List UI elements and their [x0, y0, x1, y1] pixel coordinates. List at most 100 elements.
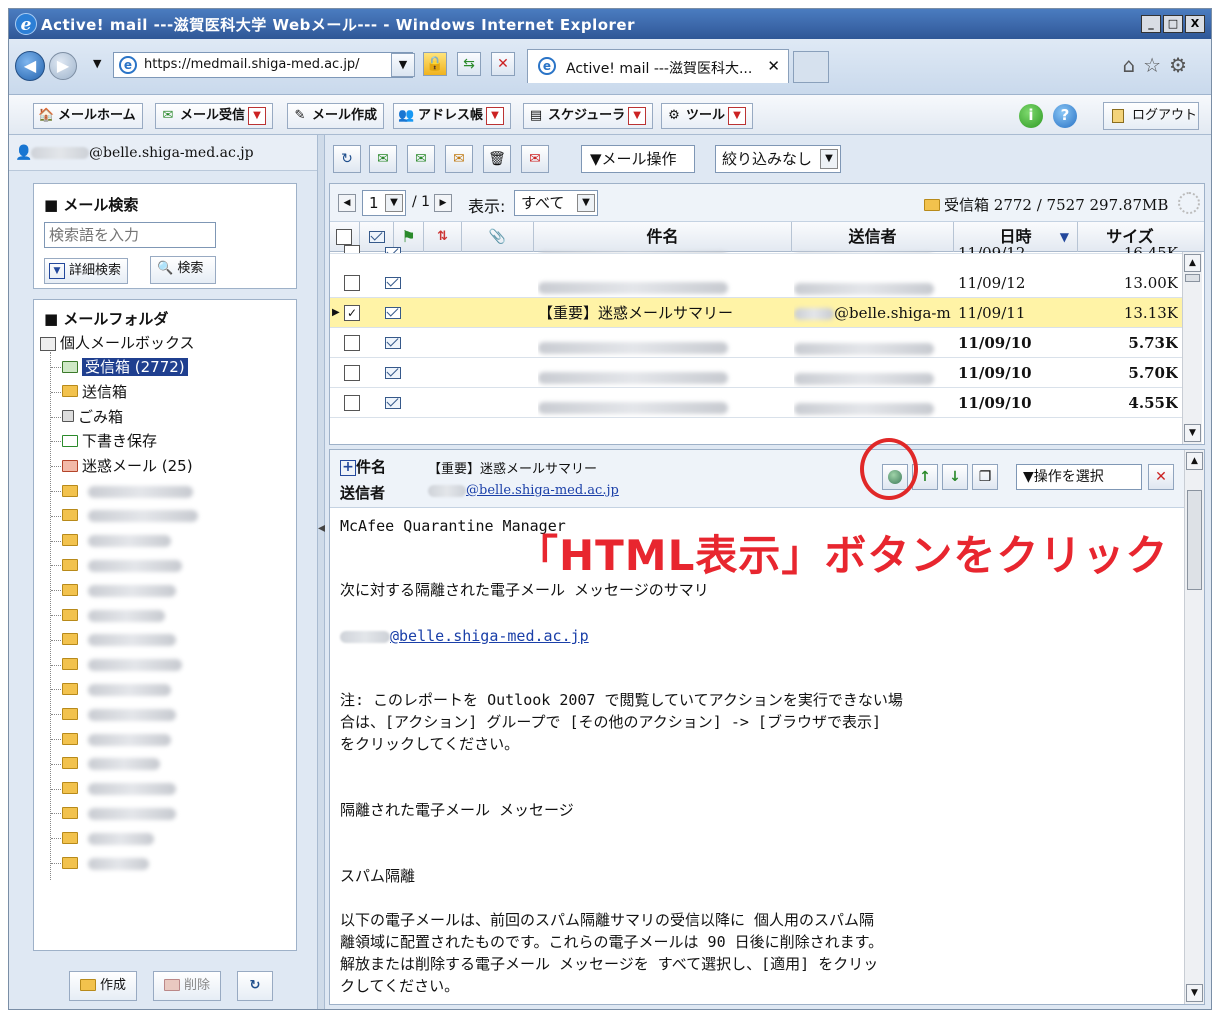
- search-button[interactable]: 🔍 検索: [150, 256, 216, 284]
- close-button[interactable]: X: [1185, 15, 1205, 33]
- scroll-up-icon[interactable]: ▲: [1184, 254, 1201, 272]
- folder-item[interactable]: [62, 554, 182, 576]
- tools-button[interactable]: ⚙ ツール ▼: [661, 103, 754, 129]
- folder-item[interactable]: [62, 678, 171, 700]
- scroll-thumb[interactable]: [1187, 490, 1202, 590]
- forward-mail-icon[interactable]: ✉: [445, 145, 473, 173]
- table-row[interactable]: 11/09/12 16.45K: [330, 238, 1182, 254]
- scroll-up-icon[interactable]: ▲: [1186, 452, 1203, 470]
- ie-tools-icons[interactable]: ⌂☆⚙: [1122, 53, 1195, 77]
- table-row[interactable]: 11/09/12 13.00K: [330, 268, 1182, 298]
- folder-item[interactable]: [62, 802, 176, 824]
- browser-tab[interactable]: e Active! mail ---滋賀医科大... ✕: [527, 49, 789, 83]
- history-dropdown-icon[interactable]: ▼: [93, 57, 101, 70]
- minimize-button[interactable]: _: [1141, 15, 1161, 33]
- tree-line: [51, 714, 61, 716]
- help-icon[interactable]: ?: [1053, 104, 1077, 128]
- row-checkbox[interactable]: ✓: [344, 305, 360, 321]
- delete-mail-icon[interactable]: ✕: [1148, 464, 1174, 490]
- create-folder-button[interactable]: 作成: [69, 971, 138, 1001]
- prev-page-icon[interactable]: ◀: [338, 194, 356, 212]
- refresh-folder-icon[interactable]: ↻: [237, 971, 273, 1001]
- page-select[interactable]: 1 ▼: [362, 190, 406, 216]
- next-page-icon[interactable]: ▶: [434, 194, 452, 212]
- next-mail-icon[interactable]: ↓: [942, 464, 968, 490]
- tab-close-icon[interactable]: ✕: [767, 57, 780, 75]
- mail-home-button[interactable]: 🏠 メールホーム: [33, 103, 143, 129]
- scheduler-button[interactable]: ▤ スケジューラ ▼: [523, 103, 654, 129]
- mail-compose-button[interactable]: ✎ メール作成: [287, 103, 385, 129]
- folder-item[interactable]: [62, 579, 176, 601]
- folder-sent[interactable]: 送信箱: [62, 381, 127, 403]
- row-checkbox[interactable]: [344, 275, 360, 291]
- table-row[interactable]: ▶ ✓ 【重要】迷惑メールサマリー @belle.shiga-m 11/09/11 13.…: [330, 298, 1182, 328]
- refresh-icon[interactable]: ⇆: [457, 52, 481, 76]
- address-bar[interactable]: e https://medmail.shiga-med.ac.jp/: [113, 52, 413, 78]
- reply-icon[interactable]: ✉: [369, 145, 397, 173]
- preview-scrollbar[interactable]: ▲ ▼: [1184, 450, 1204, 1004]
- row-checkbox[interactable]: [344, 335, 360, 351]
- back-icon[interactable]: ◀: [15, 51, 45, 81]
- address-dropdown-icon[interactable]: ▼: [391, 53, 415, 77]
- popup-window-icon[interactable]: ❐: [972, 464, 998, 490]
- reply-all-icon[interactable]: ✉: [407, 145, 435, 173]
- filter-select[interactable]: 絞り込みなし ▼: [715, 145, 841, 173]
- dropdown-icon[interactable]: ▼: [628, 106, 647, 125]
- folder-item[interactable]: [62, 753, 160, 775]
- row-date: 11/09/10: [958, 394, 1032, 412]
- folder-item[interactable]: [62, 480, 193, 502]
- maximize-button[interactable]: □: [1163, 15, 1183, 33]
- preview-operation-menu[interactable]: ▼操作を選択: [1016, 464, 1142, 490]
- table-row[interactable]: 11/09/10 5.73K: [330, 328, 1182, 358]
- delete-folder-button[interactable]: 削除: [153, 971, 222, 1001]
- new-tab-button[interactable]: [793, 51, 829, 83]
- folder-item[interactable]: [62, 604, 165, 626]
- folder-trash[interactable]: ごみ箱: [62, 406, 123, 428]
- folder-item[interactable]: [62, 654, 182, 676]
- folder-item[interactable]: [62, 629, 176, 651]
- folder-icon: [62, 806, 78, 819]
- stop-icon[interactable]: ✕: [491, 52, 515, 76]
- address-book-button[interactable]: 👥 アドレス帳 ▼: [393, 103, 512, 129]
- logout-button[interactable]: ログアウト: [1103, 102, 1199, 130]
- folder-drafts[interactable]: 下書き保存: [62, 430, 157, 452]
- scroll-down-icon[interactable]: ▼: [1184, 424, 1201, 442]
- row-checkbox[interactable]: [344, 365, 360, 381]
- scroll-down-icon[interactable]: ▼: [1186, 984, 1203, 1002]
- list-scrollbar[interactable]: ▲ ▼: [1182, 252, 1202, 444]
- spam-folder-icon: [62, 459, 78, 472]
- folder-item[interactable]: [62, 827, 154, 849]
- folder-item[interactable]: [62, 505, 198, 527]
- folder-inbox[interactable]: 受信箱 (2772): [62, 356, 188, 378]
- forward-icon[interactable]: ▶: [49, 52, 77, 80]
- pane-splitter[interactable]: ◀: [317, 135, 326, 1009]
- trash-icon[interactable]: 🗑: [483, 145, 511, 173]
- preview-sender[interactable]: @belle.shiga-med.ac.jp: [428, 483, 619, 498]
- spam-icon[interactable]: ✉: [521, 145, 549, 173]
- mail-operation-menu[interactable]: ▼メール操作: [581, 145, 695, 173]
- folder-spam[interactable]: 迷惑メール (25): [62, 455, 193, 477]
- folder-item[interactable]: [62, 852, 149, 874]
- folder-heading: ■ メールフォルダ: [44, 310, 169, 328]
- advanced-search-button[interactable]: ▼ 詳細検索: [44, 258, 129, 284]
- table-row[interactable]: 11/09/10 4.55K: [330, 388, 1182, 418]
- lock-icon[interactable]: 🔒: [423, 52, 447, 76]
- dropdown-icon[interactable]: ▼: [248, 106, 267, 125]
- row-checkbox[interactable]: [344, 245, 360, 253]
- folder-item[interactable]: [62, 703, 176, 725]
- dropdown-icon[interactable]: ▼: [486, 106, 505, 125]
- dropdown-icon[interactable]: ▼: [728, 106, 747, 125]
- folder-item[interactable]: [62, 728, 171, 750]
- refresh-mail-icon[interactable]: ↻: [333, 145, 361, 173]
- mail-receive-button[interactable]: ✉ メール受信 ▼: [155, 103, 274, 129]
- display-select[interactable]: すべて ▼: [514, 190, 598, 216]
- expand-icon[interactable]: +: [340, 459, 356, 476]
- info-icon[interactable]: i: [1019, 104, 1043, 128]
- folder-item[interactable]: [62, 530, 171, 552]
- search-input[interactable]: [44, 222, 216, 248]
- folder-item[interactable]: [62, 778, 176, 800]
- row-checkbox[interactable]: [344, 395, 360, 411]
- table-row[interactable]: 11/09/10 5.70K: [330, 358, 1182, 388]
- scroll-thumb[interactable]: [1185, 274, 1200, 282]
- folder-root[interactable]: 個人メールボックス: [40, 332, 195, 354]
